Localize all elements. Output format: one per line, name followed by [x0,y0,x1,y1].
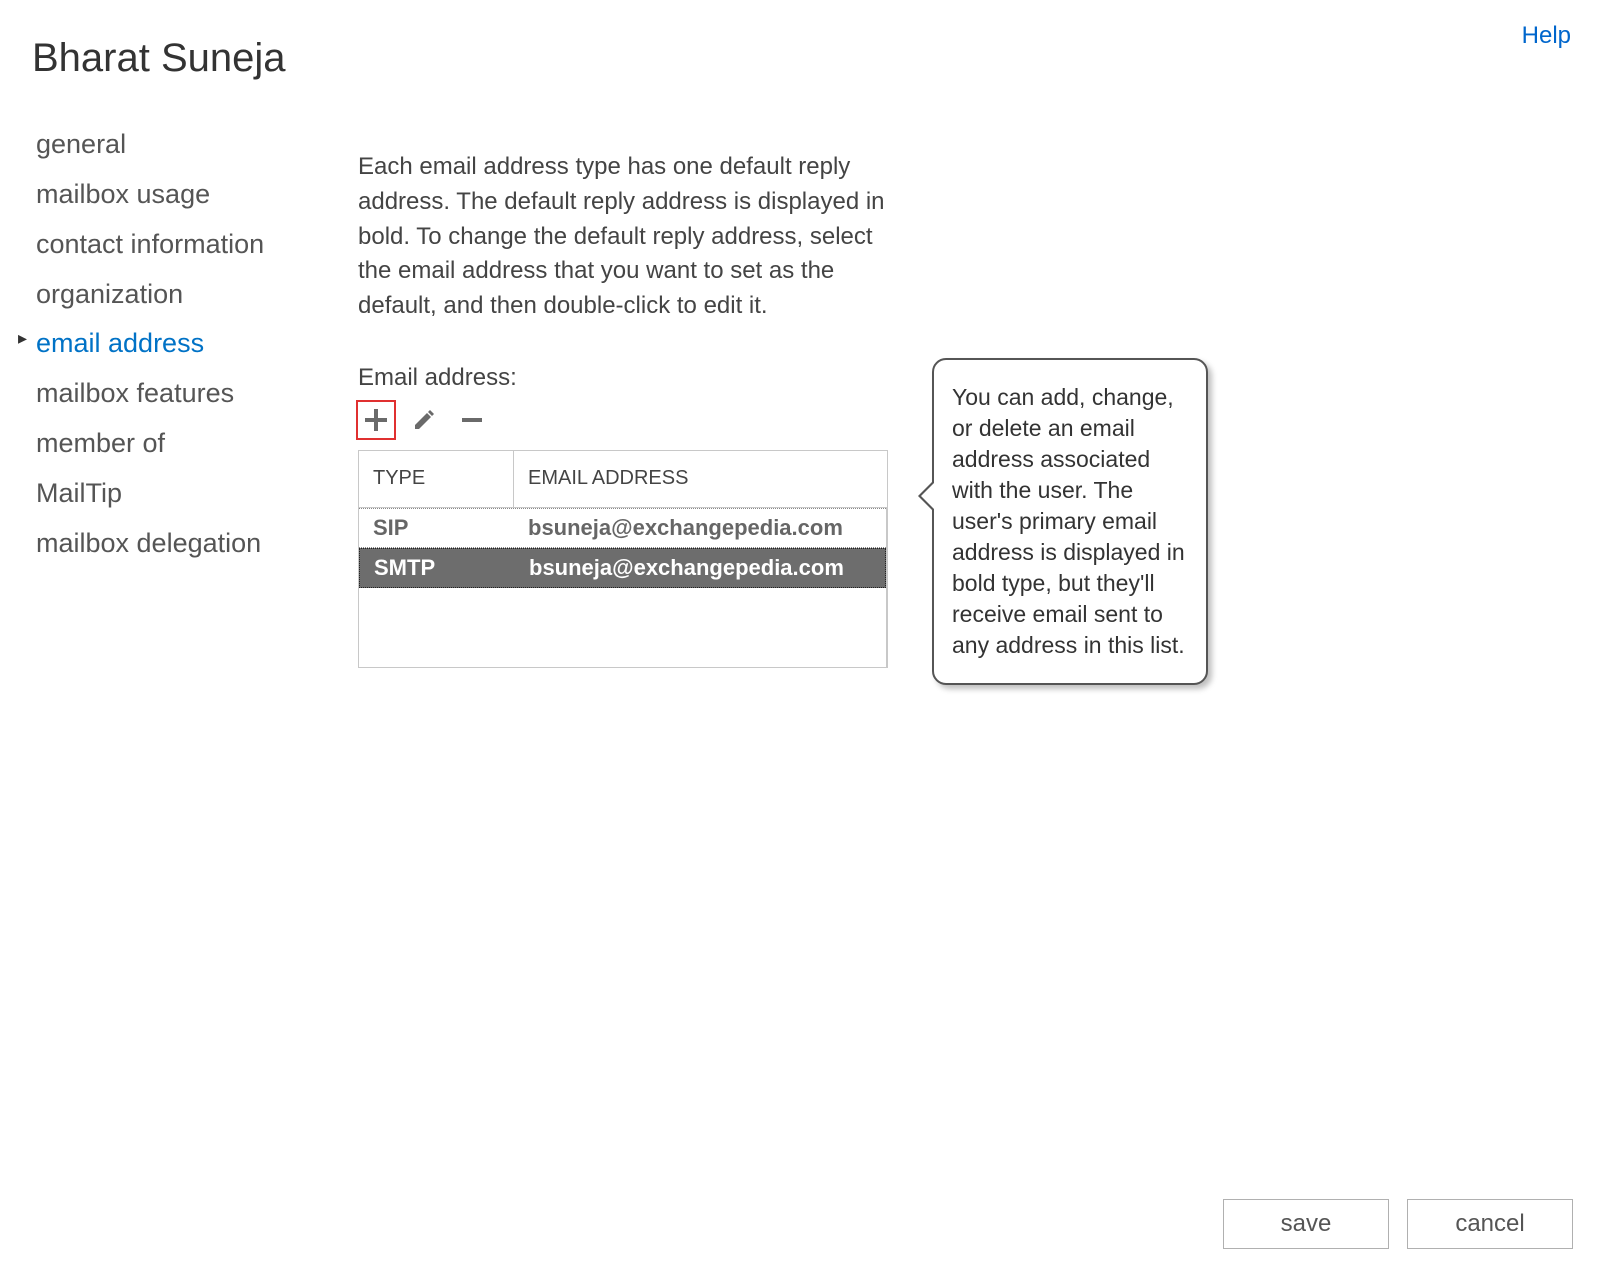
pencil-icon [411,407,437,433]
table-header: TYPE EMAIL ADDRESS [359,451,887,507]
email-address-table: TYPE EMAIL ADDRESS SIP bsuneja@exchangep… [358,450,888,668]
main-panel: Each email address type has one default … [358,150,898,668]
cell-type: SIP [359,515,514,541]
cell-type: SMTP [360,555,515,581]
cell-address: bsuneja@exchangepedia.com [514,515,886,541]
edit-button[interactable] [404,400,444,440]
help-link[interactable]: Help [1522,22,1571,50]
save-button[interactable]: save [1223,1199,1389,1249]
table-row[interactable]: SIP bsuneja@exchangepedia.com [359,508,886,548]
footer-buttons: save cancel [1223,1199,1573,1249]
cell-address: bsuneja@exchangepedia.com [515,555,885,581]
sidebar-item-mailtip[interactable]: MailTip [18,469,318,519]
add-button[interactable] [356,400,396,440]
sidebar: general mailbox usage contact informatio… [18,120,318,569]
sidebar-item-general[interactable]: general [18,120,318,170]
minus-icon [459,407,485,433]
plus-icon [363,407,389,433]
sidebar-item-member-of[interactable]: member of [18,419,318,469]
table-row[interactable]: SMTP bsuneja@exchangepedia.com [359,548,886,588]
table-body: SIP bsuneja@exchangepedia.com SMTP bsune… [359,507,887,667]
sidebar-item-mailbox-usage[interactable]: mailbox usage [18,170,318,220]
description-text: Each email address type has one default … [358,150,898,324]
sidebar-item-mailbox-features[interactable]: mailbox features [18,369,318,419]
cancel-button[interactable]: cancel [1407,1199,1573,1249]
sidebar-item-contact-information[interactable]: contact information [18,220,318,270]
column-header-address[interactable]: EMAIL ADDRESS [514,467,887,490]
page-title: Bharat Suneja [32,36,286,81]
remove-button[interactable] [452,400,492,440]
help-callout: You can add, change, or delete an email … [932,358,1208,685]
column-header-type[interactable]: TYPE [359,451,514,507]
email-address-toolbar [356,400,898,440]
sidebar-item-organization[interactable]: organization [18,270,318,320]
sidebar-item-mailbox-delegation[interactable]: mailbox delegation [18,519,318,569]
email-address-label: Email address: [358,364,898,392]
sidebar-item-email-address[interactable]: email address [18,319,318,369]
